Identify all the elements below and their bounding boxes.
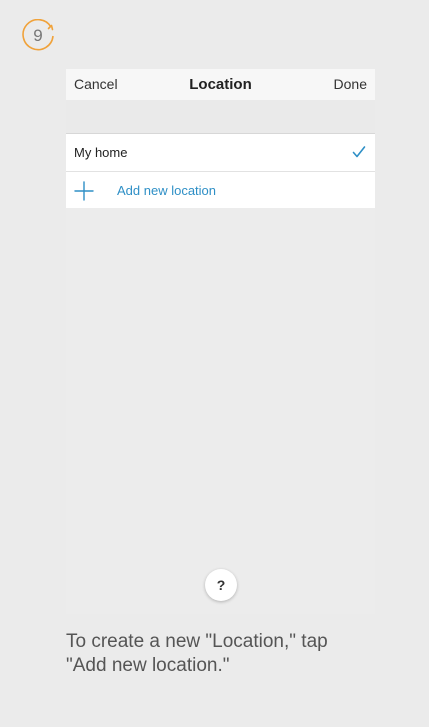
section-header-spacer bbox=[66, 100, 375, 133]
add-new-location-row[interactable]: Add new location bbox=[66, 171, 375, 208]
step-number: 9 bbox=[33, 26, 43, 45]
location-row-my-home[interactable]: My home bbox=[66, 134, 375, 171]
screen-title: Location bbox=[189, 76, 252, 93]
step-badge: 9 bbox=[22, 19, 56, 53]
navigation-bar: Cancel Location Done bbox=[66, 69, 375, 100]
location-list: My home Add new location bbox=[66, 133, 375, 208]
phone-screen: Cancel Location Done My home Add new loc… bbox=[66, 69, 375, 614]
help-button[interactable]: ? bbox=[205, 569, 237, 601]
plus-icon bbox=[74, 181, 94, 201]
instruction-caption: To create a new "Location," tap "Add new… bbox=[66, 631, 328, 676]
checkmark-icon bbox=[352, 146, 366, 158]
add-new-location-label: Add new location bbox=[117, 183, 217, 198]
instruction-card: 9 Cancel Location Done My home Add new l… bbox=[0, 0, 429, 727]
location-label: My home bbox=[74, 145, 128, 160]
done-button[interactable]: Done bbox=[334, 69, 367, 100]
